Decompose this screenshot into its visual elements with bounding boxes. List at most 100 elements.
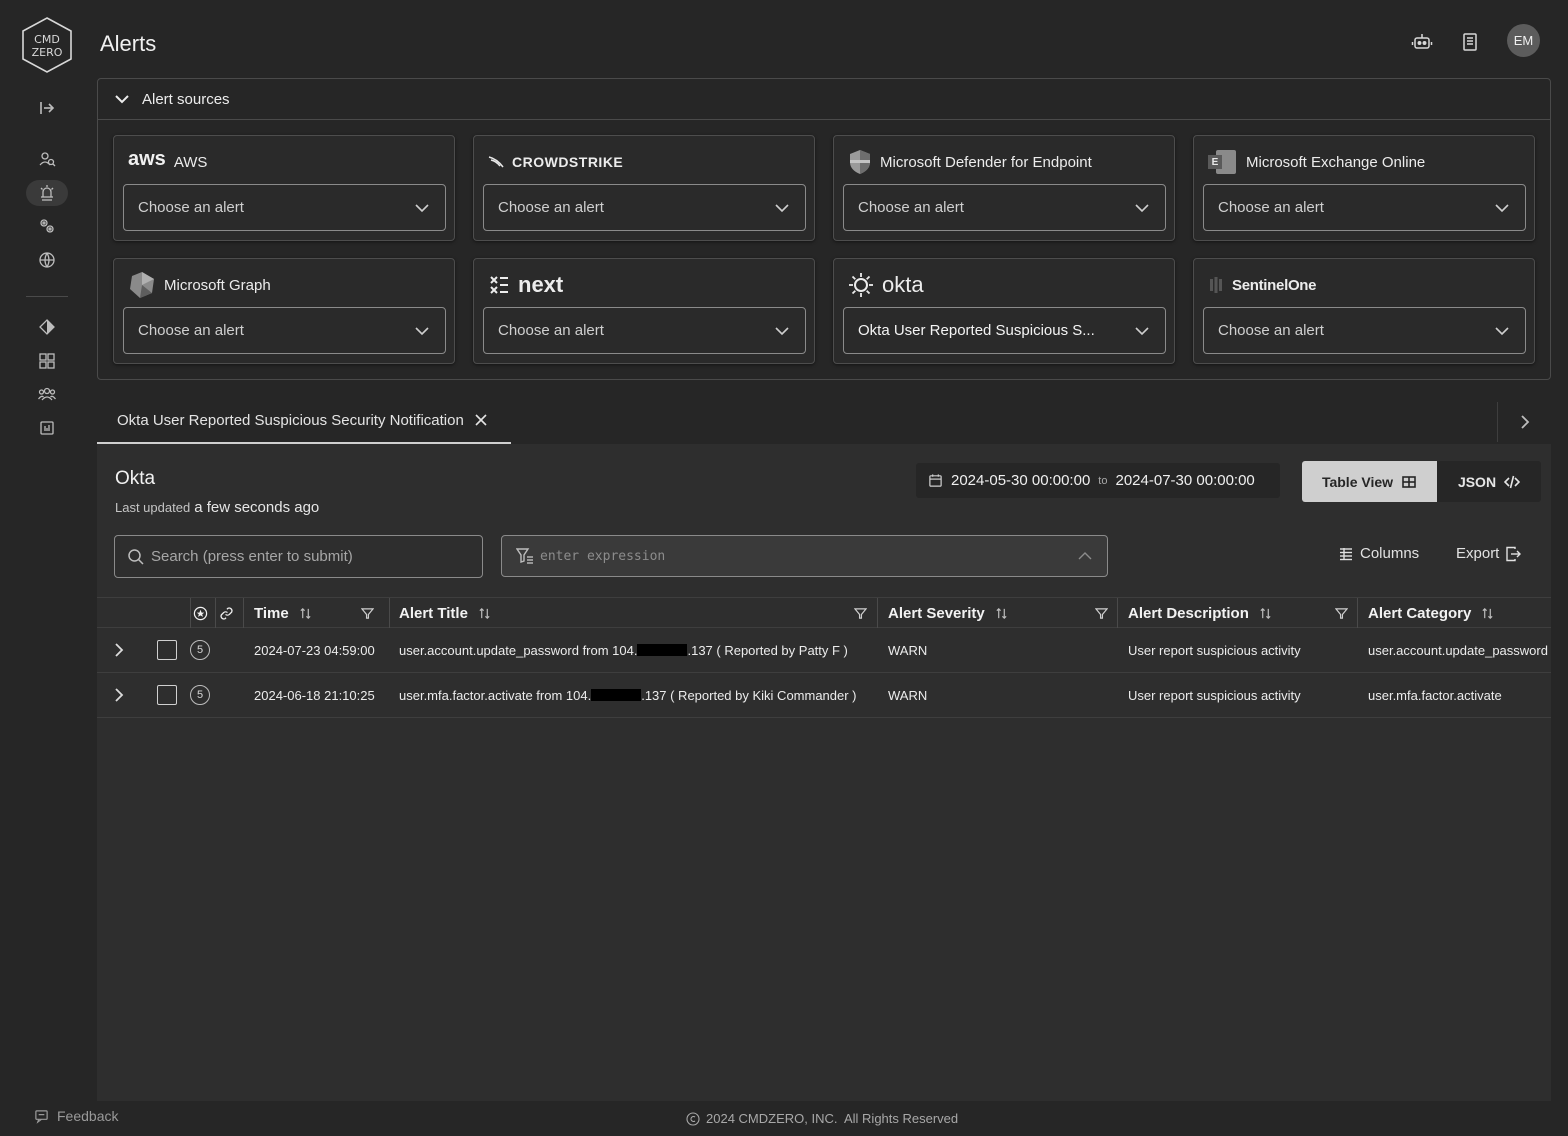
expand-row-button[interactable]: [111, 628, 129, 672]
alert-sources-panel: Alert sources aws AWS Choose an alert CR…: [97, 78, 1551, 380]
redacted-block: [637, 644, 688, 656]
source-card-exchange: E Microsoft Exchange Online Choose an al…: [1193, 135, 1535, 241]
crowdstrike-alert-select[interactable]: Choose an alert: [483, 184, 806, 231]
crowdstrike-logo: CROWDSTRIKE: [512, 154, 624, 170]
investigations-icon[interactable]: [31, 146, 63, 172]
sort-icon[interactable]: [299, 607, 312, 620]
defender-alert-select[interactable]: Choose an alert: [843, 184, 1166, 231]
reports-icon[interactable]: [31, 415, 63, 441]
source-card-msgraph: Microsoft Graph Choose an alert: [113, 258, 455, 364]
time-column-header[interactable]: Time: [254, 598, 384, 628]
filter-icon[interactable]: [1335, 607, 1348, 620]
svg-text:ZERO: ZERO: [32, 46, 63, 59]
filter-icon[interactable]: [361, 607, 374, 620]
feedback-icon: [35, 1109, 48, 1124]
feedback-button[interactable]: Feedback: [34, 1108, 118, 1124]
apps-icon[interactable]: [31, 348, 63, 374]
robot-icon[interactable]: [1411, 31, 1433, 53]
last-updated-value: a few seconds ago: [194, 499, 320, 516]
footer: 2024 CMDZERO, INC. All Rights Reserved: [686, 1111, 958, 1126]
link-icon: [220, 606, 233, 620]
copyright-icon: [686, 1111, 700, 1126]
sort-icon[interactable]: [1259, 607, 1272, 620]
filter-icon[interactable]: [854, 607, 867, 620]
sort-icon[interactable]: [1481, 607, 1494, 620]
alert-category-column-header[interactable]: Alert Category: [1368, 598, 1551, 628]
aws-alert-select[interactable]: Choose an alert: [123, 184, 446, 231]
close-icon[interactable]: [474, 413, 488, 427]
okta-alert-select[interactable]: Okta User Reported Suspicious S...: [843, 307, 1166, 354]
integrations-icon[interactable]: [31, 213, 63, 239]
sentinelone-alert-select[interactable]: Choose an alert: [1203, 307, 1526, 354]
users-icon[interactable]: [31, 381, 63, 407]
export-button[interactable]: Export: [1456, 545, 1522, 562]
chevron-up-icon[interactable]: [1077, 548, 1093, 564]
source-card-okta: okta Okta User Reported Suspicious S...: [833, 258, 1175, 364]
select-value: Choose an alert: [498, 322, 604, 339]
sort-icon[interactable]: [995, 607, 1008, 620]
filter-icon[interactable]: [1095, 607, 1108, 620]
alert-sources-toggle[interactable]: Alert sources: [98, 79, 1550, 120]
alert-description-column-header[interactable]: Alert Description: [1128, 598, 1358, 628]
feedback-label: Feedback: [57, 1108, 119, 1124]
select-value: Choose an alert: [858, 199, 964, 216]
table-row[interactable]: 5 2024-07-23 04:59:00 user.account.updat…: [97, 628, 1551, 673]
alerts-icon[interactable]: [26, 180, 68, 206]
search-placeholder: Search (press enter to submit): [151, 548, 353, 565]
json-view-label: JSON: [1457, 473, 1497, 490]
chevron-down-icon: [775, 203, 789, 212]
alert-severity-column-header[interactable]: Alert Severity: [888, 598, 1118, 628]
date-from[interactable]: 2024-05-30 00:00:00: [951, 472, 1090, 489]
sentinelone-icon: [1210, 277, 1222, 293]
time-header-label: Time: [254, 604, 289, 622]
date-range-picker[interactable]: 2024-05-30 00:00:00 to 2024-07-30 00:00:…: [916, 463, 1280, 498]
redacted-block: [591, 689, 642, 701]
search-icon: [128, 548, 144, 565]
chevron-down-icon: [1495, 326, 1509, 335]
row-checkbox[interactable]: [157, 628, 178, 672]
expand-sidebar-icon[interactable]: [31, 95, 63, 121]
source-name: Microsoft Defender for Endpoint: [880, 153, 1092, 171]
book-icon[interactable]: [1459, 31, 1481, 53]
time-cell: 2024-07-23 04:59:00: [254, 642, 375, 658]
category-cell: user.mfa.factor.activate: [1368, 687, 1502, 703]
alert-title-suffix: .137 ( Reported by Kiki Commander ): [641, 687, 857, 703]
tab-okta-alert[interactable]: Okta User Reported Suspicious Security N…: [97, 398, 511, 444]
link-column-header[interactable]: [219, 598, 239, 628]
search-input[interactable]: Search (press enter to submit): [114, 535, 483, 578]
tab-scroll-right-button[interactable]: [1497, 402, 1551, 442]
source-card-defender: Microsoft Defender for Endpoint Choose a…: [833, 135, 1175, 241]
json-view-button[interactable]: JSON: [1437, 461, 1541, 502]
chevron-down-icon: [1135, 203, 1149, 212]
sentinelone-logo: SentinelOne: [1232, 276, 1317, 294]
next-alert-select[interactable]: Choose an alert: [483, 307, 806, 354]
next-logo-icon: [490, 276, 508, 294]
exchange-alert-select[interactable]: Choose an alert: [1203, 184, 1526, 231]
globe-icon[interactable]: [31, 247, 63, 273]
columns-button[interactable]: Columns: [1338, 545, 1419, 562]
table-view-button[interactable]: Table View: [1302, 461, 1437, 502]
expand-row-button[interactable]: [111, 673, 129, 717]
chevron-down-icon: [415, 326, 429, 335]
okta-sunburst-icon: [849, 273, 873, 297]
alert-title-column-header[interactable]: Alert Title: [399, 598, 877, 628]
date-to[interactable]: 2024-07-30 00:00:00: [1115, 472, 1254, 489]
cmdzero-logo[interactable]: CMD ZERO: [20, 16, 74, 74]
expression-placeholder: enter expression: [540, 548, 666, 564]
msgraph-alert-select[interactable]: Choose an alert: [123, 307, 446, 354]
expression-filter-input[interactable]: enter expression: [501, 535, 1108, 577]
priority-column-header[interactable]: [193, 598, 213, 628]
table-row[interactable]: 5 2024-06-18 21:10:25 user.mfa.factor.ac…: [97, 673, 1551, 718]
diamond-icon[interactable]: [31, 314, 63, 340]
last-updated-label: Last updated: [115, 500, 191, 515]
user-avatar[interactable]: EM: [1507, 24, 1540, 57]
select-value: Choose an alert: [1218, 199, 1324, 216]
category-cell: user.account.update_password: [1368, 642, 1548, 658]
select-value: Choose an alert: [1218, 322, 1324, 339]
chevron-right-icon: [1520, 415, 1529, 429]
alert-content-panel: Okta Last updated a few seconds ago 2024-…: [97, 444, 1551, 1101]
crowdstrike-falcon-icon: [488, 156, 504, 168]
row-checkbox[interactable]: [157, 673, 178, 717]
sort-icon[interactable]: [478, 607, 491, 620]
left-sidebar: CMD ZERO Feedback: [0, 0, 118, 1136]
